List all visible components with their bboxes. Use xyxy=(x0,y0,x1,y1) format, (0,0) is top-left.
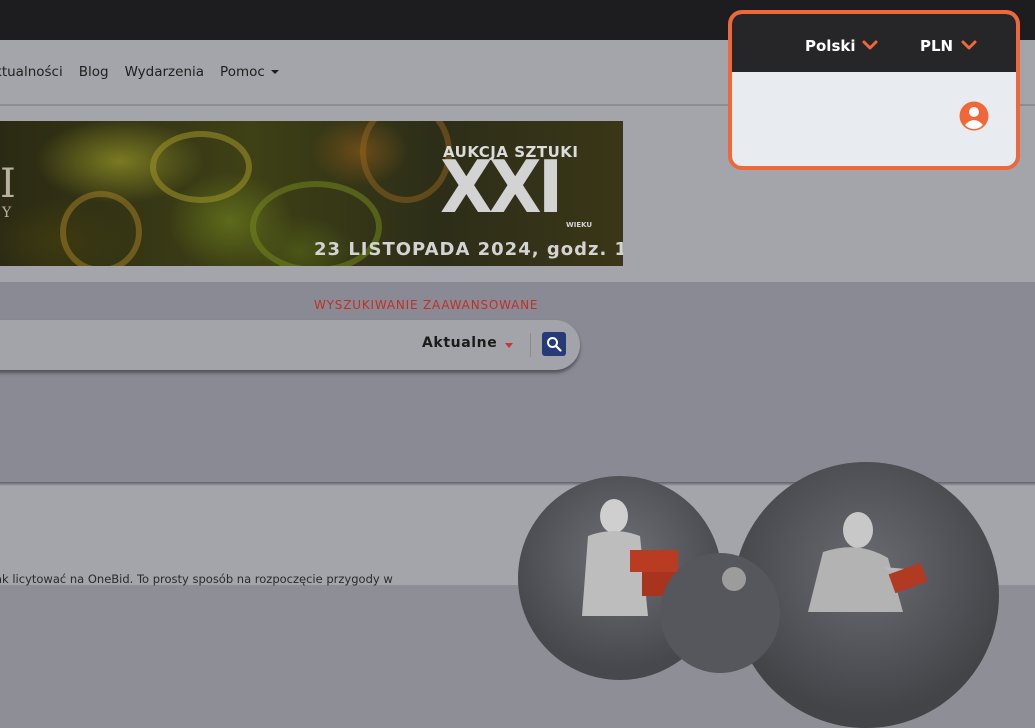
language-currency-popup: Polski PLN xyxy=(728,10,1020,170)
banner-title: XXI xyxy=(440,145,563,229)
banner-swirl xyxy=(60,191,142,266)
user-account-icon[interactable] xyxy=(959,101,989,131)
advanced-search-link[interactable]: WYSZUKIWANIE ZAAWANSOWANE xyxy=(314,298,538,312)
status-filter-dropdown[interactable]: Aktualne xyxy=(422,335,497,351)
search-input[interactable] xyxy=(10,330,374,362)
caret-down-icon xyxy=(270,70,279,74)
search-separator xyxy=(530,333,531,357)
currency-selector[interactable]: PLN xyxy=(920,37,953,55)
language-selector[interactable]: Polski xyxy=(805,37,856,55)
nav-links: ktualności Blog Wydarzenia Pomoc xyxy=(0,40,295,104)
banner-suffix: WIEKU xyxy=(566,221,593,229)
banner-swirl xyxy=(360,121,452,203)
search-icon xyxy=(547,337,562,352)
intro-text: ak licytować na OneBid. To prosty sposób… xyxy=(0,572,393,586)
chevron-down-icon[interactable] xyxy=(862,39,878,51)
banner-date: 23 LISTOPADA 2024, godz. 19 xyxy=(314,239,623,260)
banner-left-mark: I xyxy=(0,161,16,207)
auction-banner[interactable]: I Y AUKCJA SZTUKI XXI WIEKU 23 LISTOPADA… xyxy=(0,121,623,266)
popup-header: Polski PLN xyxy=(732,14,1016,72)
chevron-down-icon[interactable] xyxy=(961,39,977,51)
banner-left-submark: Y xyxy=(2,205,12,221)
nav-item-help[interactable]: Pomoc xyxy=(220,64,279,80)
banner-swirl xyxy=(150,131,252,203)
bust-image-circle xyxy=(660,553,780,673)
search-bar: Aktualne xyxy=(0,320,580,370)
search-section: WYSZUKIWANIE ZAAWANSOWANE Aktualne xyxy=(0,282,1035,482)
nav-item-news[interactable]: ktualności xyxy=(0,64,63,80)
caret-down-icon xyxy=(505,343,513,348)
nav-item-blog[interactable]: Blog xyxy=(79,64,109,80)
search-button[interactable] xyxy=(542,332,566,356)
bust-illustration xyxy=(722,567,746,591)
nav-item-events[interactable]: Wydarzenia xyxy=(125,64,204,80)
nav-item-help-label: Pomoc xyxy=(220,64,265,80)
